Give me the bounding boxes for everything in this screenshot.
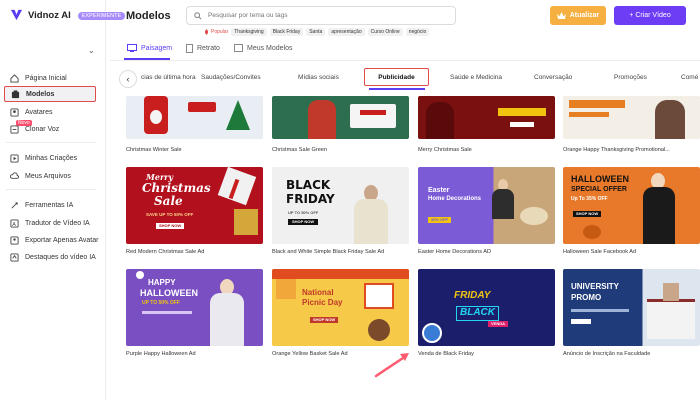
category-tab-advertising[interactable]: Publicidade	[364, 68, 429, 86]
template-thumbnail	[126, 96, 263, 139]
sidebar-item-avatars[interactable]: Avatares	[4, 104, 96, 120]
popular-tags: Popular Thanksgiving Black Friday Santa …	[204, 28, 430, 36]
tag-chip[interactable]: Santa	[306, 28, 326, 36]
play-icon	[10, 153, 19, 163]
tab-my-templates[interactable]: Meus Modelos	[234, 44, 293, 52]
template-title: Red Modern Christmas Sale Ad	[126, 249, 205, 255]
template-thumbnail	[418, 96, 555, 139]
tab-portrait[interactable]: Retrato	[186, 44, 220, 53]
tag-chip[interactable]: Thanksgiving	[231, 28, 267, 36]
svg-text:A: A	[12, 221, 16, 227]
template-title: Venda de Black Friday	[418, 351, 474, 357]
sidebar-item-home[interactable]: Página Inicial	[4, 70, 96, 86]
template-title: Halloween Sale Facebook Ad	[563, 249, 637, 255]
brand-name: Vidnoz AI	[28, 10, 71, 21]
tag-chip[interactable]: apresentação	[328, 28, 365, 36]
sidebar-item-my-creations[interactable]: Minhas Criações	[4, 150, 96, 166]
template-thumbnail: Merry Christmas Sale SAVE UP TO 50% OFF …	[126, 167, 263, 244]
collapse-chevron-icon[interactable]: ⌄	[88, 46, 95, 55]
trial-badge: EXPERIMENTE	[77, 11, 126, 20]
folder-icon	[234, 44, 243, 52]
popular-label: Popular	[204, 29, 228, 35]
create-video-button[interactable]: + Criar Vídeo	[614, 6, 686, 25]
category-tab[interactable]: cias de última hora	[141, 74, 196, 81]
search-icon	[194, 11, 202, 20]
upgrade-button[interactable]: Atualizar	[550, 6, 606, 25]
cloud-icon	[10, 171, 19, 179]
sidebar-item-label: Minhas Criações	[25, 154, 78, 162]
highlight-icon	[10, 252, 19, 262]
tag-chip[interactable]: Curso Online	[367, 28, 403, 36]
search-bar[interactable]	[186, 6, 456, 25]
category-tab[interactable]: Mídias sociais	[298, 74, 339, 81]
sidebar-item-label: Modelos	[26, 90, 55, 98]
sidebar-item-label: Ferramentas IA	[25, 201, 74, 209]
home-icon	[10, 73, 19, 83]
vidnoz-logo-icon	[10, 9, 23, 21]
category-tab[interactable]: Saúde e Medicina	[450, 74, 502, 81]
landscape-icon	[127, 44, 137, 52]
template-thumbnail: Easter Home Decorations 30% OFF	[418, 167, 555, 244]
brand-logo[interactable]: Vidnoz AI EXPERIMENTE	[10, 9, 126, 22]
sidebar-divider	[6, 189, 96, 190]
template-thumbnail: BLACK FRIDAY UP TO 50% OFF SHOP NOW	[272, 167, 409, 244]
sidebar-item-label: Meus Arquivos	[25, 172, 71, 180]
sidebar: Vidnoz AI EXPERIMENTE ⌄ Página Inicial M…	[0, 0, 126, 400]
translate-icon: A	[10, 218, 19, 227]
tag-chip[interactable]: negócio	[405, 28, 430, 36]
ai-tools-icon	[11, 201, 18, 209]
template-title: Orange Yellow Basket Sale Ad	[272, 351, 348, 357]
pointer-arrow-icon	[374, 353, 409, 378]
template-icon	[11, 89, 20, 98]
sidebar-item-label: Exportar Apenas Avatar	[25, 236, 99, 244]
export-icon	[10, 235, 19, 245]
page-title: Modelos	[126, 10, 171, 22]
sidebar-item-templates[interactable]: Modelos	[4, 86, 96, 102]
sidebar-item-video-translator[interactable]: A Tradutor de Vídeo IA	[4, 215, 96, 231]
sidebar-item-video-highlights[interactable]: Destaques do vídeo IA	[4, 249, 96, 265]
sidebar-item-label: Página Inicial	[25, 74, 67, 82]
tab-landscape[interactable]: Paisagem	[127, 44, 172, 52]
sidebar-item-my-files[interactable]: Meus Arquivos	[4, 168, 96, 184]
tag-chip[interactable]: Black Friday	[269, 28, 304, 36]
crown-icon	[556, 12, 566, 19]
voice-icon	[10, 124, 19, 134]
template-thumbnail: HALLOWEEN SPECIAL OFFER Up To 35% OFF SH…	[563, 167, 700, 244]
category-tab[interactable]: Saudações/Convites	[201, 74, 261, 81]
active-category-underline	[369, 88, 425, 90]
template-title: Black and White Simple Black Friday Sale…	[272, 249, 385, 255]
sidebar-divider	[6, 142, 96, 143]
template-thumbnail	[272, 96, 409, 139]
portrait-icon	[186, 44, 193, 53]
avatar-icon	[10, 107, 19, 117]
sidebar-item-label: Avatares	[25, 108, 53, 116]
sidebar-item-label: Tradutor de Vídeo IA	[25, 219, 90, 227]
template-thumbnail: National Picnic Day SHOP NOW	[272, 269, 409, 346]
template-thumbnail	[563, 96, 700, 139]
chevron-left-icon: ‹	[126, 74, 130, 84]
template-title: Purple Happy Halloween Ad	[126, 351, 196, 357]
sidebar-item-label: Clonar Voz	[25, 125, 60, 133]
category-tab[interactable]: Promoções	[614, 74, 647, 81]
category-tab[interactable]: Conversação	[534, 74, 572, 81]
template-title: Merry Christmas Sale	[418, 147, 472, 153]
template-title: Orange Happy Thanksgiving Promotional...	[563, 147, 670, 153]
template-title: Anúncio de Inscrição na Faculdade	[563, 351, 651, 357]
search-input[interactable]	[208, 12, 448, 19]
template-title: Christmas Sale Green	[272, 147, 328, 153]
template-thumbnail: HAPPY HALLOWEEN UP TO 50% OFF	[126, 269, 263, 346]
template-title: Easter Home Decorations AD	[418, 249, 492, 255]
sidebar-item-voice-clone[interactable]: Clonar Voz	[4, 121, 96, 137]
sidebar-item-ai-tools[interactable]: Ferramentas IA	[4, 197, 96, 213]
category-tab[interactable]: Comé	[681, 74, 698, 81]
fire-icon	[204, 29, 209, 35]
sidebar-item-export-avatar[interactable]: Exportar Apenas Avatar	[4, 232, 99, 248]
template-thumbnail: UNIVERSITY PROMO	[563, 269, 700, 346]
sidebar-item-label: Destaques do vídeo IA	[25, 253, 96, 261]
header-divider	[110, 60, 700, 61]
scroll-left-button[interactable]: ‹	[119, 70, 137, 88]
template-thumbnail: FRIDAY BLACK VENDA	[418, 269, 555, 346]
template-title: Christmas Winter Sale	[126, 147, 182, 153]
